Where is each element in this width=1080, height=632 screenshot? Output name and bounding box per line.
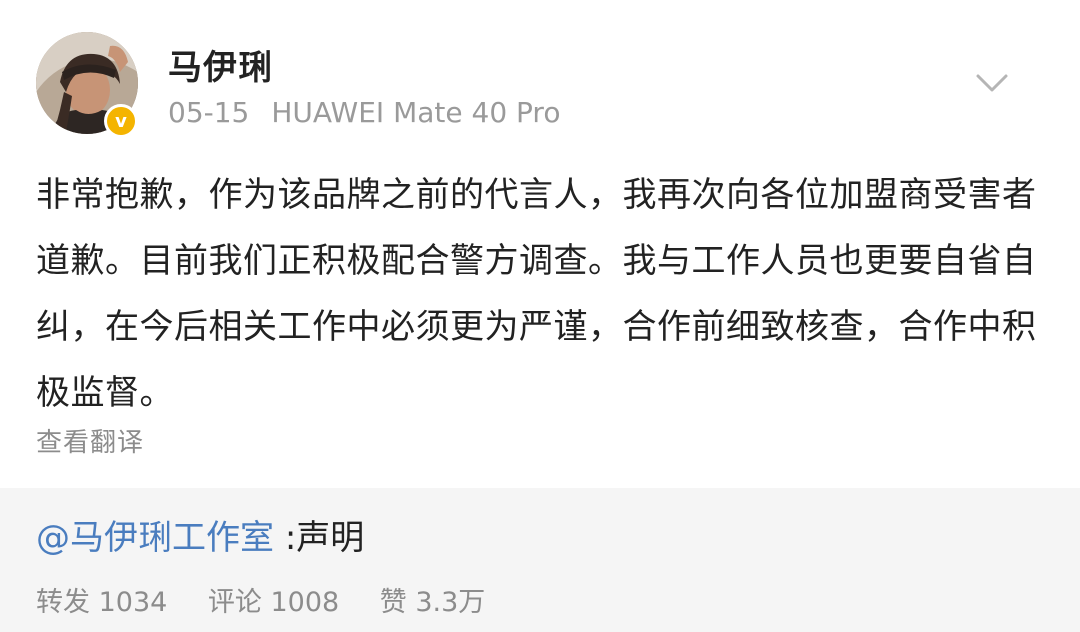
translate-link[interactable]: 查看翻译: [36, 422, 144, 459]
comment-count: 评论 1008: [207, 587, 340, 618]
like-count: 赞 3.3万: [379, 587, 486, 618]
repost-stats: 转发 1034 评论 1008 赞 3.3万: [36, 580, 517, 619]
reposted-content[interactable]: @马伊琍工作室 :声明 转发 1034 评论 1008 赞 3.3万: [0, 488, 1080, 632]
repost-text: :声明: [284, 518, 365, 558]
chevron-down-icon[interactable]: [972, 66, 1012, 98]
post-device: HUAWEI Mate 40 Pro: [271, 96, 561, 129]
verified-badge-icon: v: [104, 104, 138, 138]
repost-title: @马伊琍工作室 :声明: [36, 510, 364, 559]
verified-mark: v: [115, 110, 127, 132]
username[interactable]: 马伊琍: [168, 40, 273, 89]
weibo-post-screen: v 马伊琍 05-15 HUAWEI Mate 40 Pro 非常抱歉，作为该品牌…: [0, 0, 1080, 632]
post-text: 非常抱歉，作为该品牌之前的代言人，我再次向各位加盟商受害者道歉。目前我们正积极配…: [36, 175, 1037, 413]
mention-link[interactable]: @马伊琍工作室: [36, 518, 274, 558]
repost-count: 转发 1034: [36, 587, 168, 618]
post-meta: 05-15 HUAWEI Mate 40 Pro: [168, 96, 560, 129]
post-date: 05-15: [168, 96, 250, 129]
